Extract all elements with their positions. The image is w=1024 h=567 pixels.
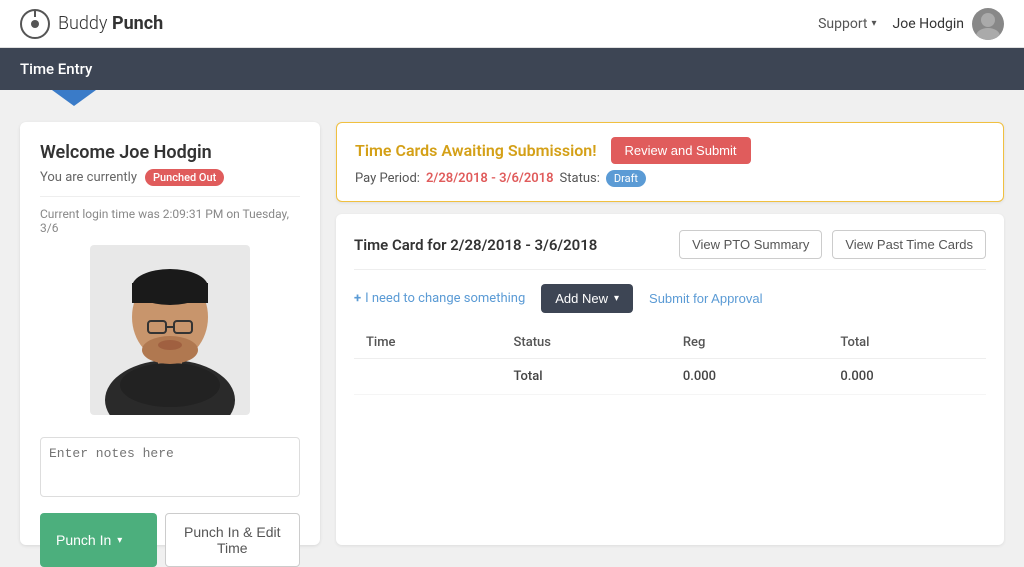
change-link-label: I need to change something	[365, 291, 525, 306]
alert-top: Time Cards Awaiting Submission! Review a…	[355, 137, 985, 164]
total-label-cell: Total	[502, 359, 671, 395]
total-reg-cell: 0.000	[671, 359, 829, 395]
view-pto-button[interactable]: View PTO Summary	[679, 230, 822, 259]
user-area[interactable]: Joe Hodgin	[893, 8, 1004, 40]
punch-in-edit-button[interactable]: Punch In & Edit Time	[165, 513, 300, 567]
main-content: Welcome Joe Hodgin You are currently Pun…	[0, 106, 1024, 561]
right-panel: Time Cards Awaiting Submission! Review a…	[336, 122, 1004, 545]
total-time-cell	[354, 359, 502, 395]
col-reg: Reg	[671, 327, 829, 359]
user-photo	[90, 245, 250, 415]
table-row: Total 0.000 0.000	[354, 359, 986, 395]
add-new-label: Add New	[555, 291, 608, 306]
col-status: Status	[502, 327, 671, 359]
welcome-heading: Welcome Joe Hodgin	[40, 142, 300, 163]
chevron-down-icon: ▾	[871, 18, 876, 29]
alert-bottom: Pay Period: 2/28/2018 - 3/6/2018 Status:…	[355, 170, 985, 187]
draft-badge: Draft	[606, 170, 646, 187]
time-card-actions: View PTO Summary View Past Time Cards	[679, 230, 986, 259]
logo[interactable]: Buddy Punch	[20, 9, 163, 39]
nav-right: Support ▾ Joe Hodgin	[818, 8, 1004, 40]
total-total-cell: 0.000	[828, 359, 986, 395]
punch-in-chevron-icon: ▾	[117, 535, 122, 546]
support-label: Support	[818, 16, 867, 32]
action-buttons: Punch In ▾ Punch In & Edit Time	[40, 513, 300, 567]
table-header: Time Status Reg Total	[354, 327, 986, 359]
avatar	[972, 8, 1004, 40]
pay-period-label: Pay Period:	[355, 171, 420, 186]
top-navigation: Buddy Punch Support ▾ Joe Hodgin	[0, 0, 1024, 48]
status-badge: Punched Out	[145, 169, 224, 186]
time-card-header: Time Card for 2/28/2018 - 3/6/2018 View …	[354, 230, 986, 270]
time-table: Time Status Reg Total Total 0.000 0.000	[354, 327, 986, 395]
time-card-section: Time Card for 2/28/2018 - 3/6/2018 View …	[336, 214, 1004, 545]
view-past-time-cards-button[interactable]: View Past Time Cards	[832, 230, 986, 259]
status-prefix: You are currently	[40, 170, 137, 185]
active-tab-indicator	[52, 90, 96, 106]
page-title: Time Entry	[20, 60, 92, 78]
alert-title: Time Cards Awaiting Submission!	[355, 141, 597, 160]
change-link[interactable]: + I need to change something	[354, 291, 525, 306]
user-name: Joe Hodgin	[893, 16, 964, 32]
time-card-title: Time Card for 2/28/2018 - 3/6/2018	[354, 236, 597, 254]
plus-icon: +	[354, 291, 361, 306]
time-card-toolbar: + I need to change something Add New ▾ S…	[354, 284, 986, 313]
user-silhouette	[90, 245, 250, 415]
col-total: Total	[828, 327, 986, 359]
table-header-row: Time Status Reg Total	[354, 327, 986, 359]
table-body: Total 0.000 0.000	[354, 359, 986, 395]
col-time: Time	[354, 327, 502, 359]
review-submit-button[interactable]: Review and Submit	[611, 137, 751, 164]
punch-in-edit-label: Punch In & Edit Time	[184, 524, 281, 556]
support-link[interactable]: Support ▾	[818, 16, 876, 32]
logo-text: Buddy Punch	[58, 13, 163, 34]
add-new-chevron-icon: ▾	[614, 293, 619, 304]
left-panel: Welcome Joe Hodgin You are currently Pun…	[20, 122, 320, 545]
status-label: Status:	[560, 171, 600, 186]
notes-textarea[interactable]	[40, 437, 300, 497]
logo-icon	[20, 9, 50, 39]
pay-period-value: 2/28/2018 - 3/6/2018	[426, 171, 554, 186]
add-new-button[interactable]: Add New ▾	[541, 284, 633, 313]
submit-approval-button[interactable]: Submit for Approval	[649, 291, 762, 306]
status-line: You are currently Punched Out	[40, 169, 300, 186]
sub-header: Time Entry	[0, 48, 1024, 90]
punch-in-button[interactable]: Punch In ▾	[40, 513, 157, 567]
login-time: Current login time was 2:09:31 PM on Tue…	[40, 196, 300, 235]
alert-banner: Time Cards Awaiting Submission! Review a…	[336, 122, 1004, 202]
punch-in-label: Punch In	[56, 532, 111, 548]
